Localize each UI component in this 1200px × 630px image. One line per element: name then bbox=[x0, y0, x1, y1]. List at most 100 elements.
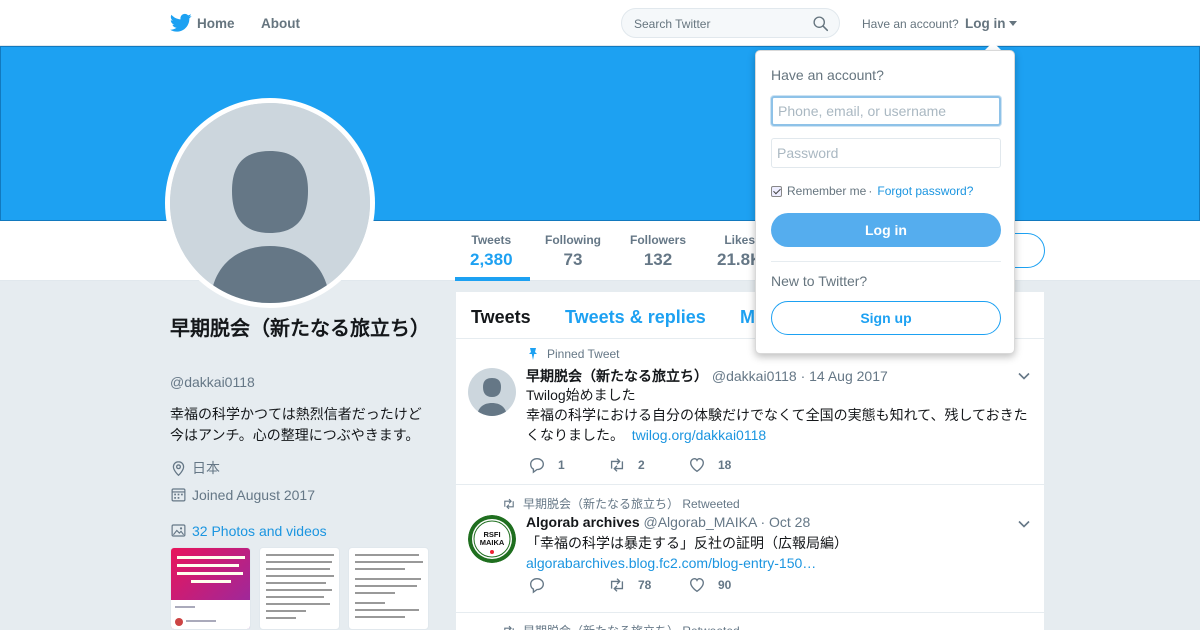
retweet-button[interactable]: 78 bbox=[608, 576, 688, 594]
like-button[interactable]: 90 bbox=[688, 576, 768, 594]
tweet-line: Twilog始めました bbox=[526, 387, 636, 403]
tweet-actions: 78 90 bbox=[528, 576, 768, 594]
media-thumbnail[interactable] bbox=[170, 547, 251, 630]
tweet-text: Twilog始めました 幸福の科学における自分の体験だけでなくて全国の実態も知れ… bbox=[526, 385, 1036, 445]
profile-bio: 幸福の科学かつては熱烈信者だったけど 今はアンチ。心の整理につぶやきます。 bbox=[170, 404, 430, 446]
top-navigation-bar: Home About Search Twitter Have an accoun… bbox=[0, 0, 1200, 46]
caret-down-icon bbox=[1008, 21, 1017, 26]
password-field[interactable] bbox=[771, 138, 1001, 168]
stat-label: Following bbox=[545, 233, 601, 247]
tweet-context: Pinned Tweet bbox=[526, 347, 620, 361]
stat-value: 132 bbox=[643, 250, 673, 269]
tweet-header: 早期脱会（新たなる旅立ち） @dakkai0118 · 14 Aug 2017 bbox=[526, 366, 888, 386]
stat-value: 2,380 bbox=[470, 250, 513, 269]
profile-handle[interactable]: @dakkai0118 bbox=[170, 374, 255, 390]
tweet-author-handle[interactable]: @dakkai0118 bbox=[712, 368, 797, 384]
stat-label: Tweets bbox=[471, 233, 512, 247]
joined-text: Joined August 2017 bbox=[192, 486, 315, 503]
have-account-text: Have an account? bbox=[862, 17, 959, 31]
tweet-date[interactable]: · 14 Aug 2017 bbox=[801, 368, 888, 384]
location-text: 日本 bbox=[192, 460, 220, 476]
tab-tweets[interactable]: Tweets bbox=[471, 307, 531, 328]
profile-name: 早期脱会（新たなる旅立ち） bbox=[170, 318, 430, 340]
location-pin-icon bbox=[172, 460, 185, 476]
profile-joined: Joined August 2017 bbox=[170, 486, 315, 503]
login-menu-label: Log in bbox=[965, 16, 1006, 31]
reply-icon bbox=[530, 458, 544, 474]
tweet-line-text: くなりました。 bbox=[526, 427, 624, 443]
signup-button[interactable]: Sign up bbox=[771, 301, 1001, 335]
media-thumbnail[interactable] bbox=[348, 547, 429, 630]
retweet-icon bbox=[504, 625, 514, 630]
tweet-context: 早期脱会（新たなる旅立ち） Retweeted bbox=[502, 622, 740, 630]
remember-me-row: Remember me · Forgot password? bbox=[771, 184, 973, 198]
tweet-author-handle[interactable]: @Algorab_MAIKA bbox=[644, 514, 757, 530]
heart-icon bbox=[690, 458, 704, 473]
tweet-avatar[interactable]: RSFI MAIKA bbox=[468, 515, 516, 563]
stat-label: Followers bbox=[630, 233, 687, 247]
pin-icon bbox=[529, 348, 537, 360]
stat-value: 73 bbox=[563, 250, 583, 269]
media-thumbnails bbox=[170, 547, 429, 630]
nav-home-link[interactable]: Home bbox=[197, 16, 235, 31]
retweeted-label: 早期脱会（新たなる旅立ち） Retweeted bbox=[523, 622, 740, 630]
tweet-author-name[interactable]: Algorab archives bbox=[526, 514, 640, 530]
tweet-link[interactable]: algorabarchives.blog.fc2.com/blog-entry-… bbox=[526, 553, 1036, 573]
profile-avatar[interactable] bbox=[165, 98, 375, 308]
search-icon[interactable] bbox=[812, 15, 829, 32]
nav-about-link[interactable]: About bbox=[261, 16, 300, 31]
tweet-author-name[interactable]: 早期脱会（新たなる旅立ち） bbox=[526, 368, 708, 384]
tweet-date[interactable]: · Oct 28 bbox=[760, 514, 810, 530]
dropdown-title: Have an account? bbox=[771, 67, 884, 83]
search-placeholder: Search Twitter bbox=[634, 17, 711, 31]
profile-location: 日本 bbox=[170, 458, 220, 478]
stat-following[interactable]: Following 73 bbox=[545, 233, 601, 270]
chevron-down-icon[interactable] bbox=[1017, 369, 1031, 383]
like-count: 90 bbox=[718, 578, 732, 592]
photos-videos-link[interactable]: 32 Photos and videos bbox=[170, 522, 327, 539]
bio-line: 幸福の科学かつては熱烈信者だったけど bbox=[170, 406, 422, 422]
tweet-line: 幸福の科学における自分の体験だけでなくて全国の実態も知れて、残しておきた bbox=[526, 407, 1028, 423]
photos-videos-label: 32 Photos and videos bbox=[192, 522, 327, 539]
chevron-down-icon[interactable] bbox=[1017, 517, 1031, 531]
retweet-button[interactable]: 2 bbox=[608, 456, 688, 474]
like-button[interactable]: 18 bbox=[688, 456, 768, 474]
tweet-item[interactable]: Pinned Tweet 早期脱会（新たなる旅立ち） @dakkai0118 ·… bbox=[456, 339, 1044, 485]
tweet-link[interactable]: twilog.org/dakkai0118 bbox=[632, 427, 766, 443]
divider bbox=[771, 261, 1001, 262]
login-button[interactable]: Log in bbox=[771, 213, 1001, 247]
retweet-icon bbox=[610, 458, 624, 472]
media-thumbnail[interactable] bbox=[259, 547, 340, 630]
tab-tweets-replies[interactable]: Tweets & replies bbox=[565, 307, 706, 328]
reply-button[interactable]: 1 bbox=[528, 456, 608, 474]
retweet-icon bbox=[504, 498, 514, 509]
tweet-item[interactable]: 早期脱会（新たなる旅立ち） Retweeted RSFI MAIKA Algora… bbox=[456, 485, 1044, 613]
remember-me-label[interactable]: Remember me bbox=[787, 184, 866, 198]
reply-button[interactable] bbox=[528, 576, 608, 594]
login-dropdown: Have an account? Remember me · Forgot pa… bbox=[755, 50, 1015, 354]
reply-count: 1 bbox=[558, 458, 565, 472]
stat-followers[interactable]: Followers 132 bbox=[630, 233, 686, 270]
retweet-count: 2 bbox=[638, 458, 645, 472]
calendar-icon bbox=[171, 488, 186, 502]
twitter-bird-icon[interactable] bbox=[170, 13, 192, 33]
new-to-twitter-text: New to Twitter? bbox=[771, 273, 868, 289]
tweet-context: 早期脱会（新たなる旅立ち） Retweeted bbox=[502, 495, 740, 512]
forgot-password-link[interactable]: Forgot password? bbox=[877, 184, 973, 198]
login-menu-button[interactable]: Log in bbox=[965, 16, 1017, 31]
tweet-avatar[interactable] bbox=[468, 368, 516, 416]
tweet-actions: 1 2 18 bbox=[528, 456, 768, 474]
tweet-item[interactable]: 早期脱会（新たなる旅立ち） Retweeted bbox=[456, 613, 1044, 630]
remember-me-checkbox[interactable] bbox=[771, 185, 782, 197]
svg-text:MAIKA: MAIKA bbox=[480, 538, 505, 547]
active-stat-indicator bbox=[455, 277, 530, 281]
heart-icon bbox=[690, 578, 704, 593]
retweet-icon bbox=[610, 578, 624, 592]
stat-tweets[interactable]: Tweets 2,380 bbox=[470, 233, 513, 270]
bio-line: 今はアンチ。心の整理につぶやきます。 bbox=[170, 427, 420, 443]
dropdown-caret bbox=[985, 42, 1001, 50]
search-input[interactable]: Search Twitter bbox=[621, 8, 840, 38]
tweet-text: 「幸福の科学は暴走する」反社の証明（広報局編） algorabarchives.… bbox=[526, 533, 1036, 573]
username-field[interactable] bbox=[771, 96, 1001, 126]
tweet-line: 「幸福の科学は暴走する」反社の証明（広報局編） bbox=[526, 535, 848, 551]
